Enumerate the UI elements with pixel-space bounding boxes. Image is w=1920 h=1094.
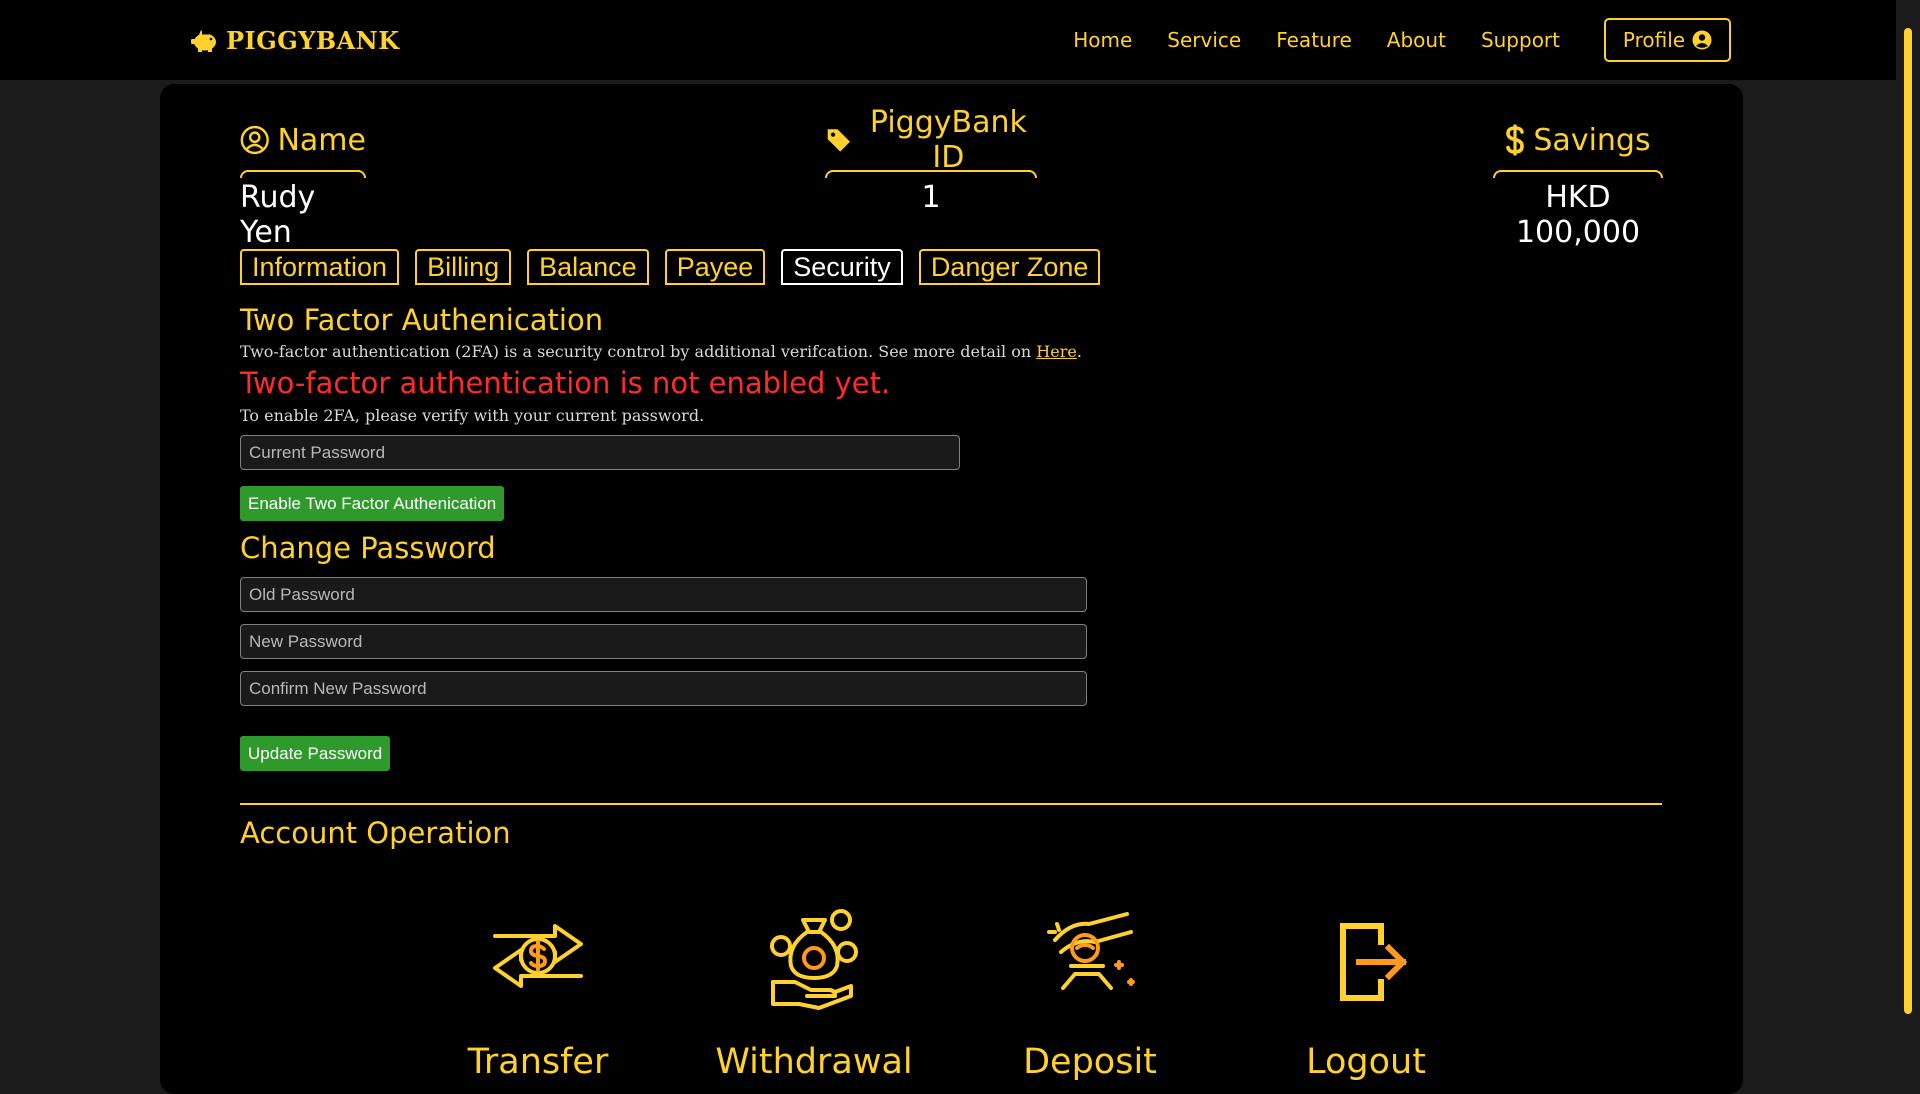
tfa-title: Two Factor Authenication	[240, 303, 604, 337]
tfa-description-end: .	[1076, 342, 1082, 361]
piggybank-id-label: PiggyBank ID	[869, 105, 1027, 175]
scrollbar-track[interactable]	[1896, 0, 1920, 1080]
tfa-status-alert: Two-factor authentication is not enabled…	[240, 366, 891, 400]
name-column: Name Rudy Yen	[240, 118, 366, 250]
account-tabs: Information Billing Balance Payee Securi…	[240, 249, 1101, 285]
navbar: PIGGYBANK Home Service Feature About Sup…	[0, 0, 1920, 80]
savings-header: Savings	[1493, 118, 1663, 162]
tfa-detail-link[interactable]: Here	[1036, 342, 1077, 361]
nav-link-about[interactable]: About	[1387, 28, 1446, 52]
tab-security[interactable]: Security	[781, 249, 903, 285]
deposit-operation[interactable]: Deposit	[980, 904, 1200, 1082]
tfa-description: Two-factor authentication (2FA) is a sec…	[240, 342, 1082, 361]
savings-label: Savings	[1533, 122, 1651, 158]
name-header: Name	[240, 118, 366, 162]
tfa-hint: To enable 2FA, please verify with your c…	[240, 406, 705, 425]
deposit-icon	[1047, 912, 1135, 990]
scrollbar-thumb[interactable]	[1904, 28, 1912, 1014]
nav-link-feature[interactable]: Feature	[1276, 28, 1352, 52]
transfer-operation[interactable]: Transfer	[428, 904, 648, 1082]
tag-icon	[827, 129, 850, 152]
tab-information[interactable]: Information	[240, 249, 400, 285]
old-password-input[interactable]	[240, 577, 1087, 612]
withdrawal-icon	[770, 909, 858, 1010]
nav-link-service[interactable]: Service	[1167, 28, 1241, 52]
savings-column: Savings HKD 100,000	[1493, 118, 1663, 250]
enable-2fa-button[interactable]: Enable Two Factor Authenication	[240, 486, 505, 521]
name-label: Name	[277, 122, 366, 158]
piggy-bank-icon	[191, 30, 216, 52]
transfer-label: Transfer	[467, 1042, 609, 1082]
withdrawal-label: Withdrawal	[715, 1042, 913, 1082]
savings-underline	[1493, 170, 1663, 178]
change-password-title: Change Password	[240, 531, 496, 565]
deposit-label: Deposit	[1023, 1042, 1157, 1082]
savings-value: HKD 100,000	[1515, 180, 1641, 250]
name-value: Rudy Yen	[240, 180, 316, 250]
current-password-input[interactable]	[240, 435, 960, 470]
nav-link-home[interactable]: Home	[1073, 28, 1132, 52]
tab-balance[interactable]: Balance	[527, 249, 649, 285]
logout-icon	[1340, 923, 1408, 1001]
piggybank-id-header: PiggyBank ID	[825, 105, 1037, 175]
transfer-icon	[493, 924, 583, 988]
profile-card: Name Rudy Yen PiggyBank ID 1 Savings HKD…	[160, 84, 1743, 1094]
section-divider	[240, 803, 1662, 805]
brand-name: PIGGYBANK	[226, 25, 400, 55]
update-password-button[interactable]: Update Password	[240, 736, 391, 771]
user-circle-icon	[1692, 30, 1712, 50]
logout-label: Logout	[1306, 1042, 1426, 1082]
confirm-password-input[interactable]	[240, 671, 1087, 706]
tfa-description-text: Two-factor authentication (2FA) is a sec…	[240, 342, 1032, 361]
tab-payee[interactable]: Payee	[664, 249, 766, 285]
profile-label: Profile	[1622, 28, 1686, 52]
dollar-icon	[1506, 124, 1525, 156]
user-circle-outline-icon	[240, 125, 269, 155]
nav-links: Home Service Feature About Support	[1073, 22, 1560, 58]
profile-button[interactable]: Profile	[1604, 18, 1731, 62]
logout-operation[interactable]: Logout	[1256, 904, 1476, 1082]
tab-billing[interactable]: Billing	[415, 249, 512, 285]
account-operation-title: Account Operation	[240, 816, 511, 850]
brand-logo[interactable]: PIGGYBANK	[190, 22, 400, 58]
tab-danger-zone[interactable]: Danger Zone	[918, 249, 1101, 285]
piggybank-id-column: PiggyBank ID 1	[825, 105, 1037, 215]
piggybank-id-value: 1	[921, 180, 941, 215]
name-underline	[240, 170, 366, 178]
nav-link-support[interactable]: Support	[1481, 28, 1560, 52]
withdrawal-operation[interactable]: Withdrawal	[704, 904, 924, 1082]
new-password-input[interactable]	[240, 624, 1087, 659]
